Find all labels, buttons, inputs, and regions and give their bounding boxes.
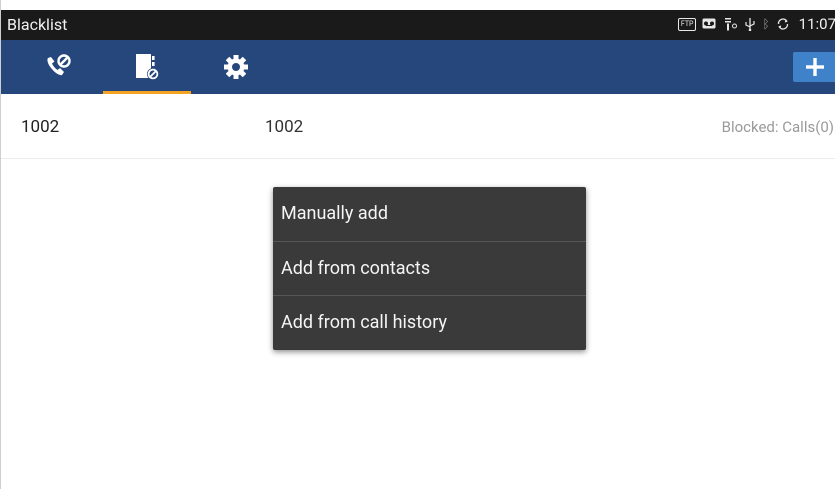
toolbar xyxy=(1,40,835,94)
ftp-icon: FTP xyxy=(677,17,697,31)
menu-item-manually-add[interactable]: Manually add xyxy=(273,187,586,241)
clock: 11:07 xyxy=(798,15,835,33)
status-bar: Blacklist FTP ᛒ 11:07 xyxy=(1,10,835,40)
row-status: Blocked: Calls(0) xyxy=(721,118,834,136)
bluetooth-icon: ᛒ xyxy=(762,17,770,31)
status-icons: FTP ᛒ 11:07 xyxy=(677,15,835,33)
tab-blacklist-contacts[interactable] xyxy=(103,40,191,94)
plus-icon xyxy=(805,58,824,76)
menu-item-label: Add from call history xyxy=(281,312,447,333)
menu-item-label: Add from contacts xyxy=(281,258,431,279)
row-name: 1002 xyxy=(265,117,304,137)
blacklist-row[interactable]: 1002 1002 Blocked: Calls(0) xyxy=(1,96,835,159)
add-options-menu: Manually add Add from contacts Add from … xyxy=(273,187,586,350)
row-number: 1002 xyxy=(21,117,60,137)
tab-blocked-calls[interactable] xyxy=(14,40,102,94)
menu-item-add-from-call-history[interactable]: Add from call history xyxy=(273,296,586,350)
contact-block-icon xyxy=(136,54,159,80)
voicemail-icon xyxy=(702,18,716,29)
app-window: Blacklist FTP ᛒ 11:07 1002 1002 Blocked:… xyxy=(0,0,835,489)
signal-icon xyxy=(725,18,738,31)
window-title: Blacklist xyxy=(7,15,68,34)
add-button[interactable] xyxy=(793,52,835,82)
usb-icon xyxy=(745,18,756,31)
phone-blocked-icon xyxy=(47,54,71,76)
tab-settings[interactable] xyxy=(192,40,280,94)
sync-icon xyxy=(777,18,788,30)
menu-item-label: Manually add xyxy=(281,203,388,224)
menu-item-add-from-contacts[interactable]: Add from contacts xyxy=(273,242,586,296)
gear-icon xyxy=(224,55,248,79)
